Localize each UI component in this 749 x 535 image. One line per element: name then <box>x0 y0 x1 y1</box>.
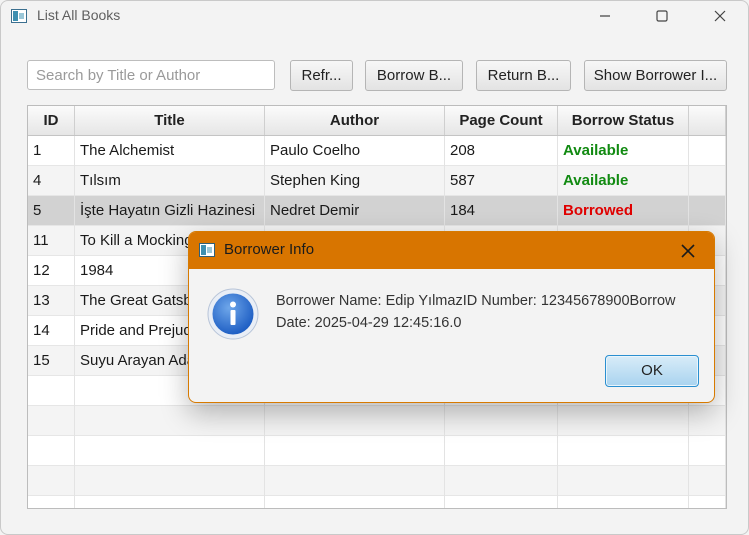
cell-empty <box>28 406 75 436</box>
table-row[interactable]: 1 The Alchemist Paulo Coelho 208 Available <box>28 136 726 166</box>
cell-empty <box>558 496 689 508</box>
dialog-close-button[interactable] <box>677 240 699 262</box>
cell-empty <box>265 436 445 466</box>
cell-empty <box>689 496 726 508</box>
cell-empty <box>445 406 558 436</box>
table-row-empty <box>28 466 726 496</box>
dialog-message-line: Borrower Name: Edip YılmazID Number: 123… <box>276 293 676 309</box>
cell-empty <box>445 466 558 496</box>
dialog-title: Borrower Info <box>224 241 315 258</box>
cell-empty <box>75 436 265 466</box>
cell-empty <box>558 406 689 436</box>
table-row[interactable]: 5 İşte Hayatın Gizli Hazinesi Nedret Demir… <box>28 196 726 226</box>
cell-borrow-status: Borrowed <box>558 196 689 226</box>
table-header: ID Title Author Page Count Borrow Status <box>28 106 726 136</box>
dialog-message-line: Date: 2025-04-29 12:45:16.0 <box>276 315 462 331</box>
table-row-empty <box>28 436 726 466</box>
cell-empty <box>689 166 726 196</box>
cell-id: 4 <box>28 166 75 196</box>
ok-button[interactable]: OK <box>605 355 699 387</box>
info-icon <box>207 288 259 340</box>
minimize-icon <box>600 15 610 17</box>
close-icon <box>681 244 695 258</box>
cell-empty <box>445 436 558 466</box>
cell-empty <box>265 466 445 496</box>
table-row-empty <box>28 406 726 436</box>
cell-id: 11 <box>28 226 75 256</box>
cell-empty <box>28 436 75 466</box>
cell-empty <box>689 436 726 466</box>
column-header-id[interactable]: ID <box>28 106 75 135</box>
cell-id: 14 <box>28 316 75 346</box>
search-input[interactable] <box>27 60 275 90</box>
cell-page-count: 208 <box>445 136 558 166</box>
cell-empty <box>28 466 75 496</box>
dialog-message: Borrower Name: Edip YılmazID Number: 123… <box>276 290 696 334</box>
cell-empty <box>558 436 689 466</box>
cell-title: Tılsım <box>75 166 265 196</box>
cell-borrow-status: Available <box>558 166 689 196</box>
cell-empty <box>75 466 265 496</box>
cell-page-count: 587 <box>445 166 558 196</box>
column-header-borrow-status[interactable]: Borrow Status <box>558 106 689 135</box>
refresh-button[interactable]: Refr... <box>290 60 353 91</box>
cell-id: 13 <box>28 286 75 316</box>
table-row-empty <box>28 496 726 508</box>
column-header-page-count[interactable]: Page Count <box>445 106 558 135</box>
close-button[interactable] <box>705 5 735 29</box>
cell-empty <box>689 466 726 496</box>
cell-empty <box>558 466 689 496</box>
show-borrower-info-button[interactable]: Show Borrower I... <box>584 60 727 91</box>
borrow-book-button[interactable]: Borrow B... <box>365 60 463 91</box>
cell-id: 15 <box>28 346 75 376</box>
cell-empty <box>265 496 445 508</box>
window-title: List All Books <box>37 7 121 23</box>
cell-empty <box>75 406 265 436</box>
maximize-icon <box>656 10 668 22</box>
column-header-author[interactable]: Author <box>265 106 445 135</box>
minimize-button[interactable] <box>590 5 620 29</box>
dialog-app-icon <box>199 243 215 257</box>
cell-empty <box>689 136 726 166</box>
cell-borrow-status: Available <box>558 136 689 166</box>
cell-empty <box>28 376 75 406</box>
cell-empty <box>689 196 726 226</box>
cell-empty <box>28 496 75 508</box>
cell-empty <box>445 496 558 508</box>
cell-title: İşte Hayatın Gizli Hazinesi <box>75 196 265 226</box>
borrower-info-dialog: Borrower Info Borrower Name: Edip Yılmaz… <box>188 231 715 403</box>
cell-title: The Alchemist <box>75 136 265 166</box>
cell-author: Paulo Coelho <box>265 136 445 166</box>
close-icon <box>714 10 726 22</box>
cell-author: Nedret Demir <box>265 196 445 226</box>
cell-page-count: 184 <box>445 196 558 226</box>
dialog-titlebar: Borrower Info <box>189 232 714 269</box>
maximize-button[interactable] <box>647 5 677 29</box>
return-book-button[interactable]: Return B... <box>476 60 571 91</box>
app-icon <box>11 9 27 23</box>
column-header-filler <box>689 106 726 135</box>
cell-id: 12 <box>28 256 75 286</box>
window-titlebar: List All Books <box>1 1 748 33</box>
cell-id: 1 <box>28 136 75 166</box>
cell-id: 5 <box>28 196 75 226</box>
table-row[interactable]: 4 Tılsım Stephen King 587 Available <box>28 166 726 196</box>
cell-empty <box>265 406 445 436</box>
column-header-title[interactable]: Title <box>75 106 265 135</box>
cell-author: Stephen King <box>265 166 445 196</box>
cell-empty <box>75 496 265 508</box>
cell-empty <box>689 406 726 436</box>
